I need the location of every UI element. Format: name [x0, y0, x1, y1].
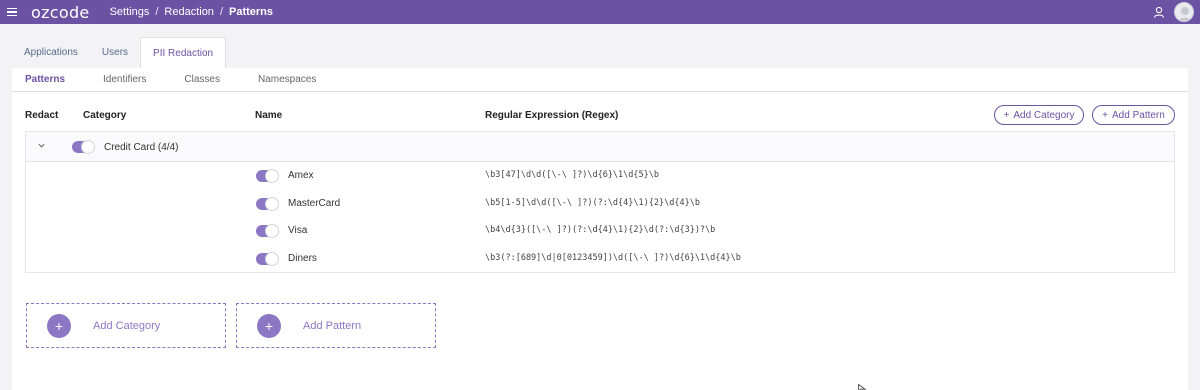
- add-pattern-card[interactable]: + Add Pattern: [236, 303, 436, 348]
- table-row: Diners \b3(?:[689]\d|0[0123459])\d([\-\ …: [26, 245, 1174, 273]
- subtab-bar: Patterns Identifiers Classes Namespaces: [12, 68, 1188, 92]
- breadcrumb-patterns: Patterns: [229, 6, 274, 18]
- app-logo[interactable]: ozcode: [31, 3, 90, 22]
- pattern-name: Amex: [288, 170, 314, 181]
- table-header: Redact Category Name Regular Expression …: [12, 103, 1188, 129]
- user-icon[interactable]: [1153, 6, 1165, 18]
- add-category-card[interactable]: + Add Category: [26, 303, 226, 348]
- column-header-category: Category: [83, 110, 127, 121]
- pattern-regex: \b4\d{3}([\-\ ]?)(?:\d{4}\1){2}\d(?:\d{3…: [485, 225, 716, 235]
- breadcrumb-separator: /: [219, 6, 223, 18]
- breadcrumb-separator: /: [155, 6, 159, 18]
- pattern-toggle-mastercard[interactable]: [256, 196, 279, 211]
- add-pattern-card-label: Add Pattern: [303, 319, 362, 332]
- breadcrumb-redaction[interactable]: Redaction: [164, 6, 214, 18]
- plus-icon: +: [1102, 109, 1109, 121]
- add-pattern-button[interactable]: + Add Pattern: [1092, 105, 1175, 125]
- subtab-classes[interactable]: Classes: [172, 74, 232, 85]
- pattern-name: MasterCard: [288, 197, 341, 209]
- chevron-down-icon[interactable]: [38, 142, 45, 149]
- pattern-name: Diners: [288, 252, 317, 264]
- hamburger-menu-icon[interactable]: [0, 0, 24, 24]
- column-header-redact: Redact: [25, 110, 59, 121]
- table-row: Amex \b3[47]\d\d([\-\ ]?)\d{6}\1\d{5}\b: [26, 162, 1174, 190]
- tab-bar: Applications Users PII Redaction: [12, 37, 1188, 68]
- category-row: Credit Card (4/4): [26, 132, 1174, 162]
- category-label: Credit Card (4/4): [104, 142, 179, 153]
- plus-circle-icon: +: [47, 313, 71, 338]
- table-row: Visa \b4\d{3}([\-\ ]?)(?:\d{4}\1){2}\d(?…: [26, 217, 1174, 245]
- pattern-toggle-amex[interactable]: [256, 169, 279, 183]
- tab-pii-redaction[interactable]: PII Redaction: [140, 37, 227, 68]
- subtab-identifiers[interactable]: Identifiers: [91, 74, 158, 85]
- category-toggle[interactable]: [72, 140, 95, 154]
- add-pattern-button-label: Add Pattern: [1112, 109, 1165, 121]
- mouse-cursor-icon: [858, 384, 866, 390]
- breadcrumb-settings[interactable]: Settings: [110, 6, 150, 18]
- add-category-card-label: Add Category: [93, 319, 161, 332]
- pattern-regex: \b3(?:[689]\d|0[0123459])\d([\-\ ]?)\d{6…: [485, 252, 741, 263]
- pattern-name: Visa: [288, 225, 308, 236]
- pattern-regex: \b5[1-5]\d\d([\-\ ]?)(?:\d{4}\1){2}\d{4}…: [485, 197, 700, 208]
- subtab-namespaces[interactable]: Namespaces: [246, 74, 328, 85]
- patterns-table: Credit Card (4/4) Amex \b3[47]\d\d([\-\ …: [25, 131, 1175, 273]
- column-header-name: Name: [255, 110, 283, 121]
- add-category-button-label: Add Category: [1013, 109, 1075, 121]
- table-row: MasterCard \b5[1-5]\d\d([\-\ ]?)(?:\d{4}…: [26, 190, 1174, 218]
- settings-panel: Applications Users PII Redaction Pattern…: [12, 37, 1188, 390]
- tab-applications[interactable]: Applications: [12, 37, 90, 68]
- plus-circle-icon: +: [257, 313, 281, 338]
- pattern-toggle-visa[interactable]: [256, 224, 279, 238]
- subtab-patterns[interactable]: Patterns: [13, 74, 77, 85]
- pattern-regex: \b3[47]\d\d([\-\ ]?)\d{6}\1\d{5}\b: [485, 170, 659, 180]
- column-header-regex: Regular Expression (Regex): [485, 110, 619, 121]
- pattern-toggle-diners[interactable]: [256, 251, 279, 266]
- add-category-button[interactable]: + Add Category: [994, 105, 1084, 125]
- plus-icon: +: [1003, 109, 1010, 121]
- top-bar: ozcode Settings / Redaction / Patterns: [0, 0, 1200, 24]
- tab-users[interactable]: Users: [90, 37, 140, 68]
- breadcrumb: Settings / Redaction / Patterns: [110, 6, 273, 18]
- avatar[interactable]: [1174, 2, 1194, 22]
